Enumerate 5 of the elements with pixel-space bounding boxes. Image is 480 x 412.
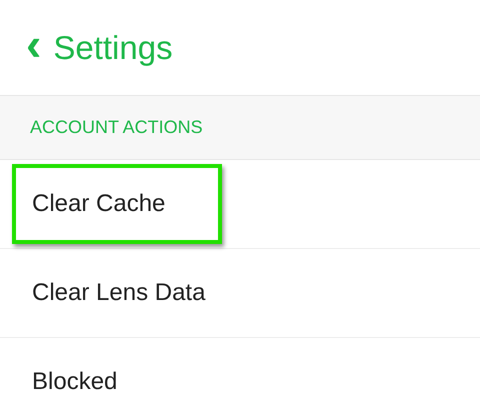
row-label[interactable]: Clear Lens Data — [12, 253, 226, 333]
section-title: ACCOUNT ACTIONS — [30, 116, 203, 139]
row-label[interactable]: Clear Cache — [12, 164, 222, 244]
page-title: Settings — [53, 28, 173, 68]
row-label[interactable]: Blocked — [12, 342, 138, 412]
